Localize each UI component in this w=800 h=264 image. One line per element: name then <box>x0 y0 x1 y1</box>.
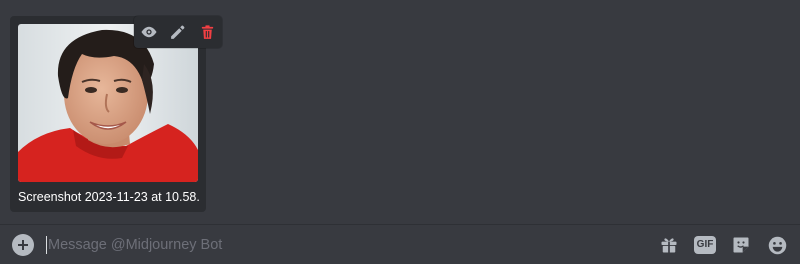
gift-button[interactable] <box>658 234 680 256</box>
emoji-icon <box>768 236 786 254</box>
upload-button[interactable] <box>12 234 34 256</box>
emoji-button[interactable] <box>766 234 788 256</box>
attachment-actions <box>134 16 222 48</box>
remove-attachment-button[interactable] <box>195 20 219 44</box>
edit-attachment-button[interactable] <box>166 20 190 44</box>
sticker-button[interactable] <box>730 234 752 256</box>
message-input[interactable] <box>48 232 608 258</box>
eye-icon <box>141 26 157 38</box>
gif-button[interactable]: GIF <box>693 234 717 256</box>
composer-divider <box>0 224 800 225</box>
gif-label: GIF <box>693 236 717 254</box>
message-composer: Screenshot 2023-11-23 at 10.58... Messag… <box>0 0 800 264</box>
trash-icon <box>201 24 213 39</box>
view-attachment-button[interactable] <box>137 20 161 44</box>
plus-icon <box>18 240 28 250</box>
composer-tools: GIF <box>658 233 788 257</box>
sticker-icon <box>733 237 749 253</box>
pencil-icon <box>171 25 185 39</box>
attachment-filename: Screenshot 2023-11-23 at 10.58... <box>18 190 200 204</box>
text-caret <box>46 236 47 254</box>
message-input-row: GIF <box>0 226 800 264</box>
gift-icon <box>661 238 677 253</box>
